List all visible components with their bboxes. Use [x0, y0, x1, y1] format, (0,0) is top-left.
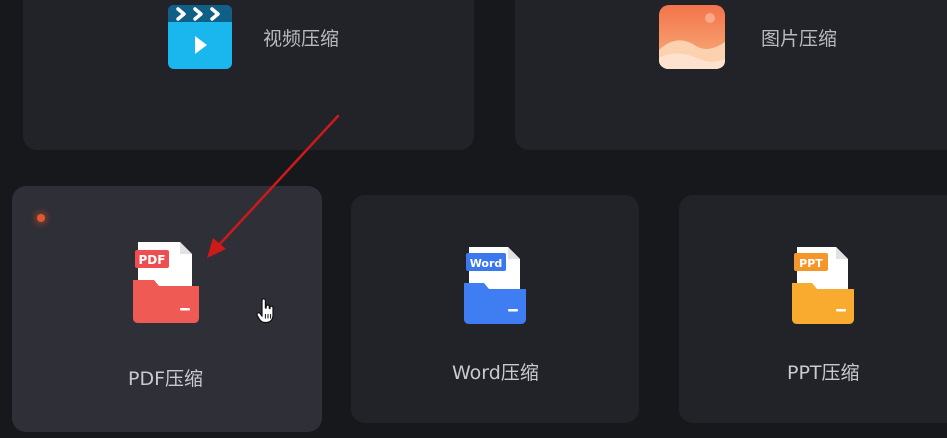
compression-tools-panel: 视频压缩 图片压缩 PDF PDF压缩 Word Word压缩 PPT PPT压… [0, 0, 947, 438]
hand-cursor-icon [256, 298, 276, 328]
pdf-compress-label: PDF压缩 [128, 368, 204, 390]
pdf-folder-icon: PDF [132, 240, 200, 328]
word-badge-text: Word [470, 257, 503, 270]
word-compress-label: Word压缩 [452, 362, 539, 384]
video-play-icon [167, 4, 233, 74]
ppt-compress-label: PPT压缩 [787, 362, 860, 384]
word-folder-icon: Word [463, 245, 527, 329]
word-compress-card[interactable]: Word Word压缩 [351, 195, 639, 423]
image-compress-label: 图片压缩 [761, 28, 838, 50]
ppt-compress-card[interactable]: PPT PPT压缩 [679, 195, 947, 423]
video-compress-card[interactable]: 视频压缩 [23, 0, 474, 150]
status-dot [37, 214, 45, 222]
image-landscape-icon [658, 4, 726, 74]
image-compress-card[interactable]: 图片压缩 [515, 0, 947, 150]
pdf-badge-text: PDF [139, 253, 166, 267]
ppt-folder-icon: PPT [791, 245, 855, 329]
ppt-badge-text: PPT [799, 257, 823, 270]
video-compress-label: 视频压缩 [263, 28, 340, 50]
